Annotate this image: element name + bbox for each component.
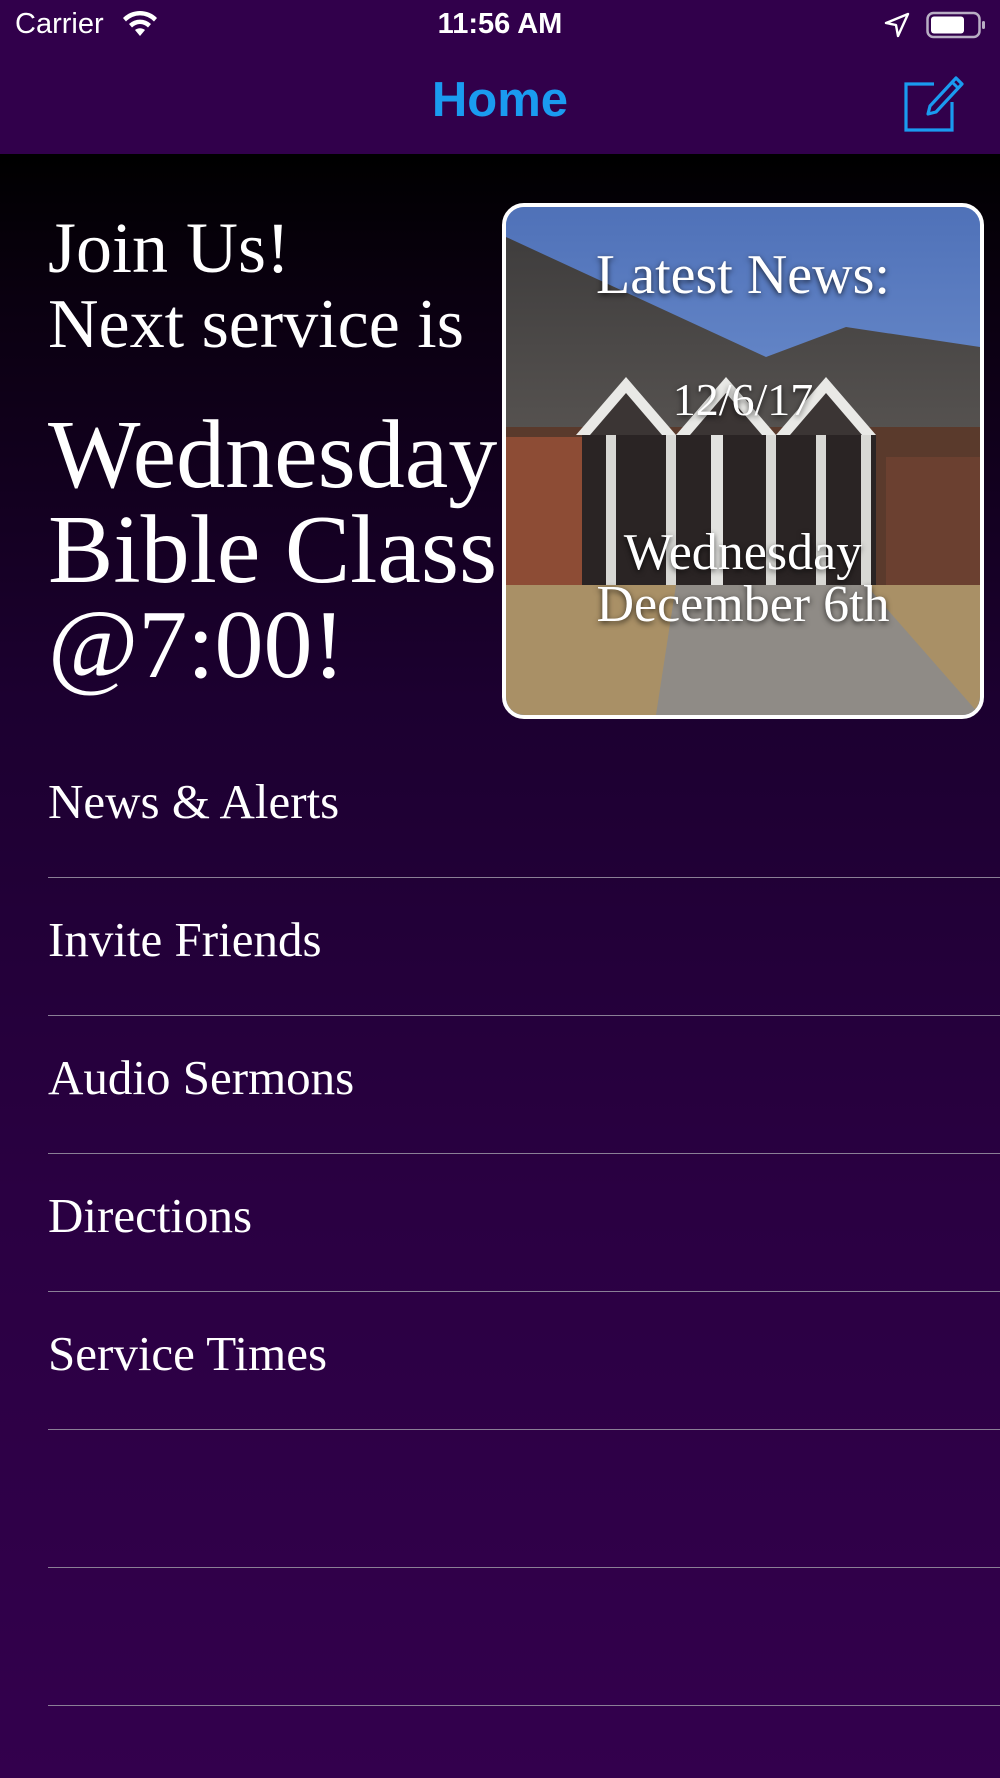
menu-item-audio-sermons[interactable]: Audio Sermons bbox=[48, 1016, 1000, 1154]
menu-item-label: News & Alerts bbox=[48, 774, 340, 829]
menu-item-label: Service Times bbox=[48, 1326, 328, 1381]
menu-item-label: Audio Sermons bbox=[48, 1050, 355, 1105]
menu-item-empty-2[interactable] bbox=[48, 1568, 1000, 1706]
compose-icon[interactable] bbox=[900, 70, 964, 132]
menu-item-directions[interactable]: Directions bbox=[48, 1154, 1000, 1292]
menu-item-empty-1[interactable] bbox=[48, 1430, 1000, 1568]
main-menu: News & Alerts Invite Friends Audio Sermo… bbox=[48, 740, 1000, 1706]
menu-item-invite-friends[interactable]: Invite Friends bbox=[48, 878, 1000, 1016]
menu-item-label: Directions bbox=[48, 1188, 253, 1243]
next-service-name: Wednesday Bible Class @7:00! bbox=[48, 401, 498, 699]
latest-news-card[interactable]: Latest News: 12/6/17 Wednesday December … bbox=[502, 203, 984, 719]
status-time: 11:56 AM bbox=[437, 8, 563, 40]
page-title: Home bbox=[431, 73, 569, 127]
next-service-label: Next service is bbox=[48, 286, 464, 363]
navigation-bar: Carrier 11:56 AM Home bbox=[0, 0, 1000, 154]
latest-news-description-line2: December 6th bbox=[596, 576, 890, 633]
menu-item-label: Invite Friends bbox=[48, 912, 322, 967]
latest-news-date: 12/6/17 bbox=[672, 374, 814, 425]
latest-news-description-line1: Wednesday bbox=[623, 524, 863, 581]
home-screen: Carrier 11:56 AM Home Join Us! Next serv… bbox=[0, 0, 1000, 1778]
latest-news-heading: Latest News: bbox=[596, 244, 890, 306]
battery-icon bbox=[926, 11, 985, 39]
status-bar: Carrier 11:56 AM bbox=[0, 0, 1000, 50]
menu-item-news-alerts[interactable]: News & Alerts bbox=[48, 740, 1000, 878]
latest-news-description: Wednesday December 6th bbox=[506, 527, 980, 631]
join-heading: Join Us! bbox=[48, 208, 291, 288]
location-arrow-icon bbox=[884, 12, 910, 38]
menu-item-service-times[interactable]: Service Times bbox=[48, 1292, 1000, 1430]
